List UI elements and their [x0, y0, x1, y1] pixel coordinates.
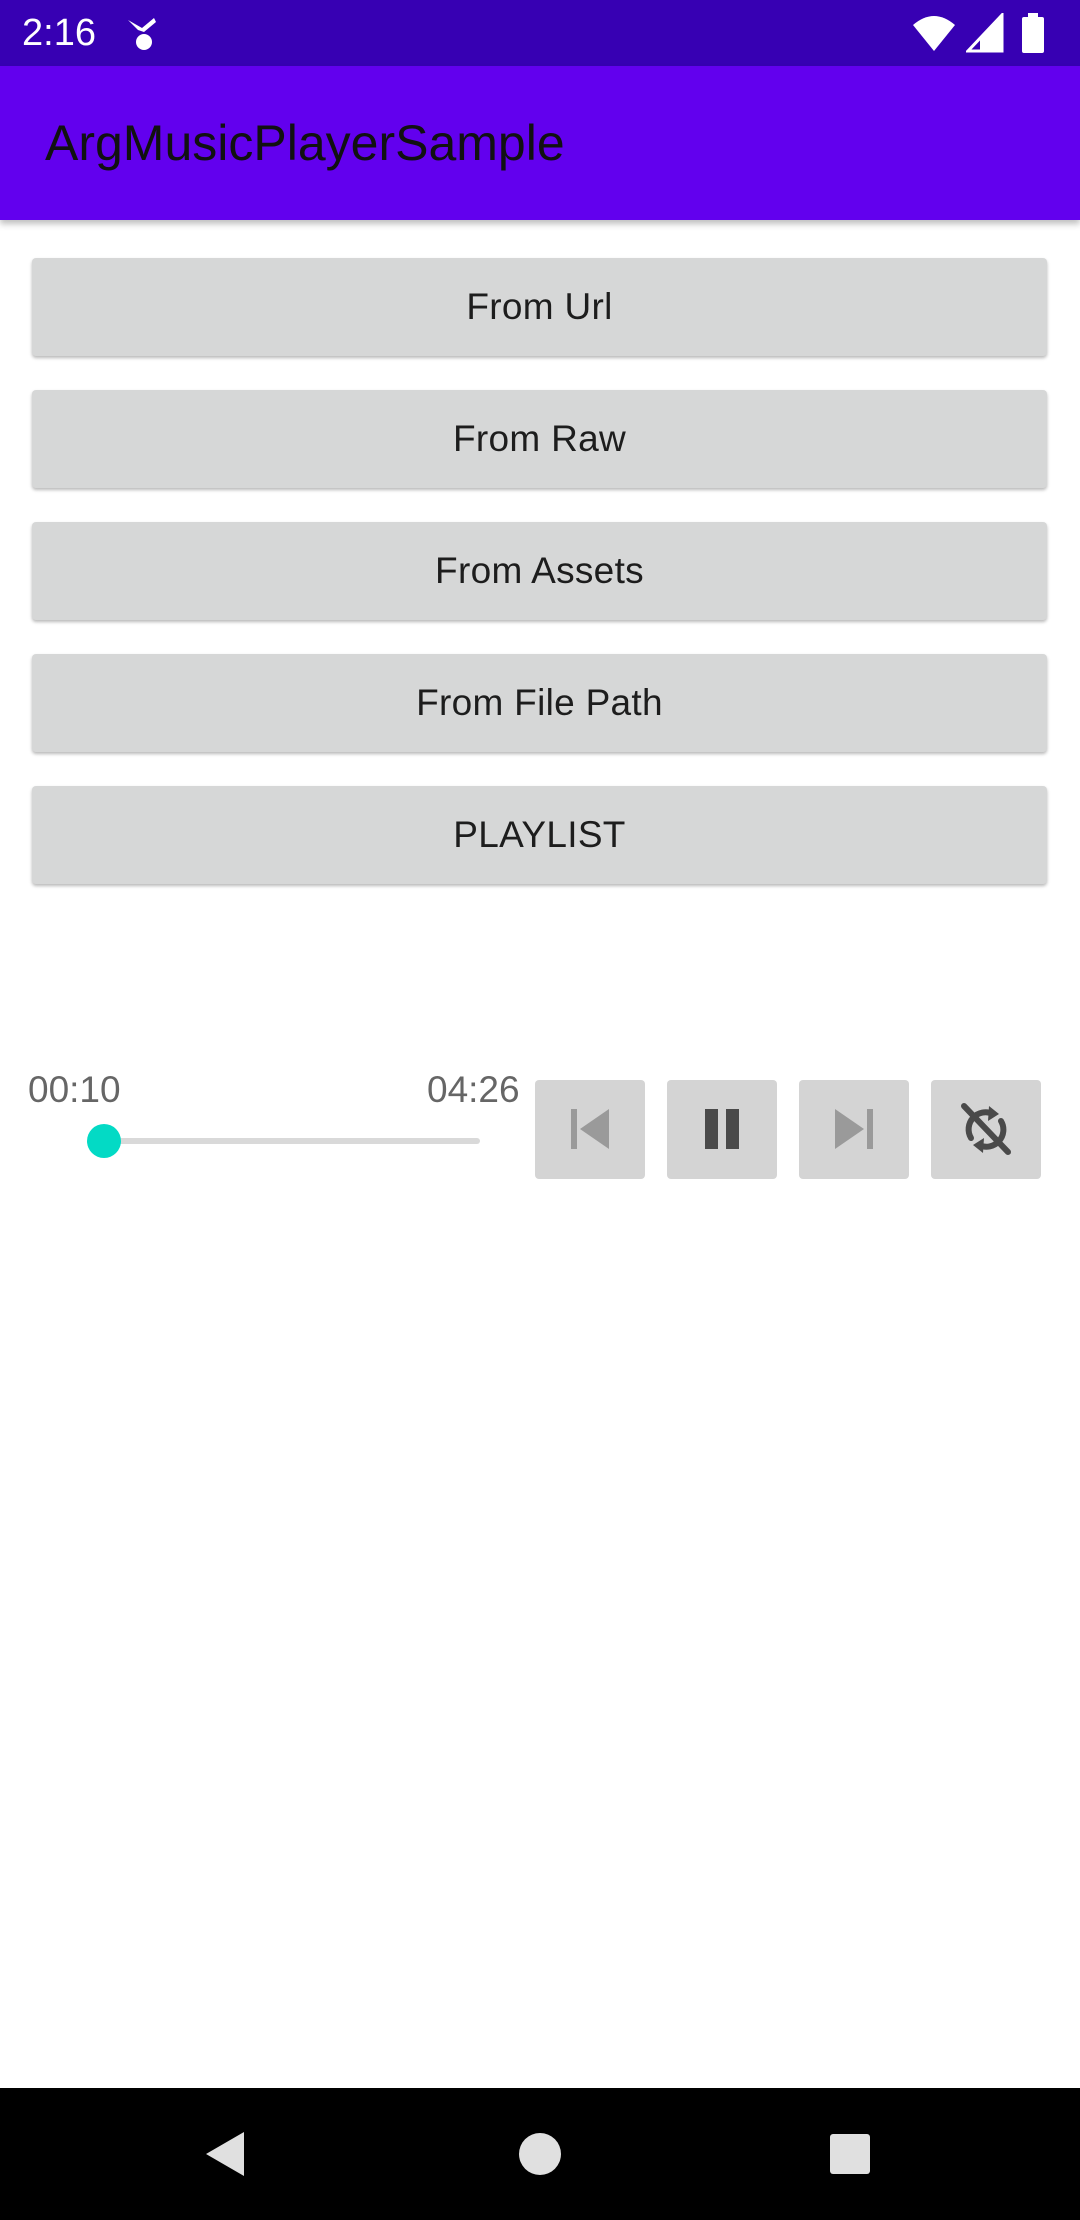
cell-signal-icon: [966, 13, 1004, 53]
app-bar: ArgMusicPlayerSample: [0, 66, 1080, 220]
next-button[interactable]: [799, 1080, 909, 1179]
duration-time: 04:26: [427, 1069, 520, 1110]
pause-button[interactable]: [667, 1080, 777, 1179]
from-assets-button[interactable]: From Assets: [32, 522, 1047, 620]
previous-button[interactable]: [535, 1080, 645, 1179]
navigation-bar: [0, 2088, 1080, 2220]
notification-app-icon: [128, 18, 156, 50]
seek-bar-thumb[interactable]: [86, 1124, 121, 1158]
skip-next-icon: [835, 1109, 873, 1149]
back-icon: [206, 2132, 244, 2176]
recents-icon: [830, 2134, 870, 2174]
from-url-button[interactable]: From Url: [32, 258, 1047, 356]
playlist-button[interactable]: PLAYLIST: [32, 786, 1047, 884]
recents-button[interactable]: [790, 2088, 910, 2220]
home-icon: [519, 2133, 561, 2175]
home-button[interactable]: [480, 2088, 600, 2220]
seek-bar-track[interactable]: [88, 1138, 480, 1144]
from-raw-button[interactable]: From Raw: [32, 390, 1047, 488]
app-title: ArgMusicPlayerSample: [45, 115, 565, 171]
status-time: 2:16: [22, 12, 96, 54]
battery-icon: [1022, 13, 1044, 53]
repeat-off-icon: [961, 1103, 1011, 1155]
repeat-button[interactable]: [931, 1080, 1041, 1179]
back-button[interactable]: [168, 2088, 288, 2220]
wifi-icon: [913, 16, 955, 51]
from-file-path-button[interactable]: From File Path: [32, 654, 1047, 752]
status-bar: 2:16: [0, 0, 1080, 66]
pause-icon: [705, 1109, 739, 1149]
status-icons: [912, 13, 1062, 53]
skip-previous-icon: [571, 1109, 609, 1149]
elapsed-time: 00:10: [28, 1069, 121, 1110]
